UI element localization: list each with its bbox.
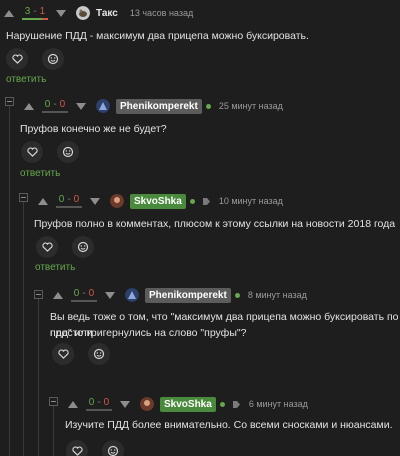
heart-icon[interactable]	[6, 48, 28, 70]
rating: 0 - 0	[86, 396, 112, 411]
avatar[interactable]	[110, 194, 124, 208]
comment-header: 0 - 0 SkvoShka 6 минут назад	[68, 393, 308, 415]
collapse-thread-button[interactable]	[49, 397, 58, 406]
rating-minus: 0	[73, 193, 80, 205]
online-indicator	[205, 103, 211, 109]
upvote-icon[interactable]	[68, 400, 78, 408]
heart-icon[interactable]	[21, 141, 43, 163]
author-name[interactable]: SkvoShka	[160, 396, 216, 412]
upvote-icon[interactable]	[38, 197, 48, 205]
author-name[interactable]: Phenikomperekt	[116, 98, 202, 114]
author-name[interactable]: Такс	[96, 8, 118, 19]
comment-header: 3 - 1 Такс 13 часов назад	[4, 2, 193, 24]
comment-text: Нарушение ПДД - максимум два прицепа мож…	[6, 30, 309, 42]
rating-minus: 0	[59, 98, 66, 110]
rating-plus: 0	[58, 193, 65, 205]
upvote-icon[interactable]	[4, 9, 14, 17]
collapse-thread-button[interactable]	[34, 290, 43, 299]
comment-time[interactable]: 25 минут назад	[219, 101, 283, 111]
comment-text: Пруфов конечно же не будет?	[20, 123, 167, 135]
heart-icon[interactable]	[66, 440, 88, 456]
rating: 3 - 1	[22, 5, 48, 20]
downvote-icon[interactable]	[105, 291, 115, 299]
comment-time[interactable]: 6 минут назад	[249, 399, 308, 409]
rating-bar	[71, 299, 97, 302]
comment-text-line-2: просто тригернулись на слово "пруфы"?	[50, 327, 247, 339]
online-indicator	[234, 292, 240, 298]
comment-header: 0 - 0 Phenikomperekt 25 минут назад	[24, 95, 283, 117]
emoji-icon[interactable]	[88, 343, 110, 365]
rating-plus: 0	[44, 98, 51, 110]
downvote-icon[interactable]	[56, 9, 66, 17]
thread-line-level-2	[23, 196, 24, 456]
comment-text: Пруфов полно в комментах, плюсом к этому…	[34, 218, 396, 230]
comment-time[interactable]: 13 часов назад	[130, 8, 193, 18]
rating-bar	[42, 110, 68, 113]
upvote-icon[interactable]	[24, 102, 34, 110]
heart-icon[interactable]	[52, 343, 74, 365]
upvote-icon[interactable]	[53, 291, 63, 299]
comment-time[interactable]: 8 минут назад	[248, 290, 307, 300]
rating-plus: 0	[88, 396, 95, 408]
comment-text: Изучите ПДД более внимательно. Со всеми …	[65, 419, 393, 431]
comment-actions	[66, 440, 124, 456]
rating-bar	[56, 205, 82, 208]
avatar[interactable]	[125, 288, 139, 302]
reply-link[interactable]: ответить	[20, 168, 60, 179]
online-indicator	[189, 198, 195, 204]
tag-icon	[202, 197, 211, 206]
author-name[interactable]: Phenikomperekt	[145, 287, 231, 303]
thread-line-level-4	[53, 398, 54, 456]
heart-icon[interactable]	[36, 236, 58, 258]
rating-minus: 0	[103, 396, 110, 408]
emoji-icon[interactable]	[102, 440, 124, 456]
emoji-icon[interactable]	[57, 141, 79, 163]
rating-bar	[86, 408, 112, 411]
downvote-icon[interactable]	[90, 197, 100, 205]
emoji-icon[interactable]	[72, 236, 94, 258]
comment-actions	[6, 48, 64, 70]
comment-actions	[36, 236, 94, 258]
avatar[interactable]	[76, 6, 90, 20]
reply-link[interactable]: ответить	[6, 74, 46, 85]
collapse-thread-button[interactable]	[5, 97, 14, 106]
downvote-icon[interactable]	[120, 400, 130, 408]
author-name[interactable]: SkvoShka	[130, 193, 186, 209]
comment-time[interactable]: 10 минут назад	[219, 196, 283, 206]
reply-link[interactable]: ответить	[35, 262, 75, 273]
rating-bar	[22, 17, 48, 20]
emoji-icon[interactable]	[42, 48, 64, 70]
downvote-icon[interactable]	[76, 102, 86, 110]
rating: 0 - 0	[56, 193, 82, 208]
avatar[interactable]	[96, 99, 110, 113]
rating: 0 - 0	[71, 287, 97, 302]
rating-minus: 1	[39, 5, 46, 17]
comment-header: 0 - 0 SkvoShka 10 минут назад	[38, 190, 283, 212]
rating-plus: 3	[24, 5, 31, 17]
comment-actions	[21, 141, 79, 163]
avatar[interactable]	[140, 397, 154, 411]
rating: 0 - 0	[42, 98, 68, 113]
online-indicator	[219, 401, 225, 407]
tag-icon	[232, 400, 241, 409]
thread-line-level-3	[38, 292, 39, 456]
comment-actions	[52, 343, 110, 365]
collapse-thread-button[interactable]	[19, 193, 28, 202]
rating-minus: 0	[88, 287, 95, 299]
rating-plus: 0	[73, 287, 80, 299]
thread-line-level-1	[9, 100, 10, 456]
comment-header: 0 - 0 Phenikomperekt 8 минут назад	[53, 284, 307, 306]
